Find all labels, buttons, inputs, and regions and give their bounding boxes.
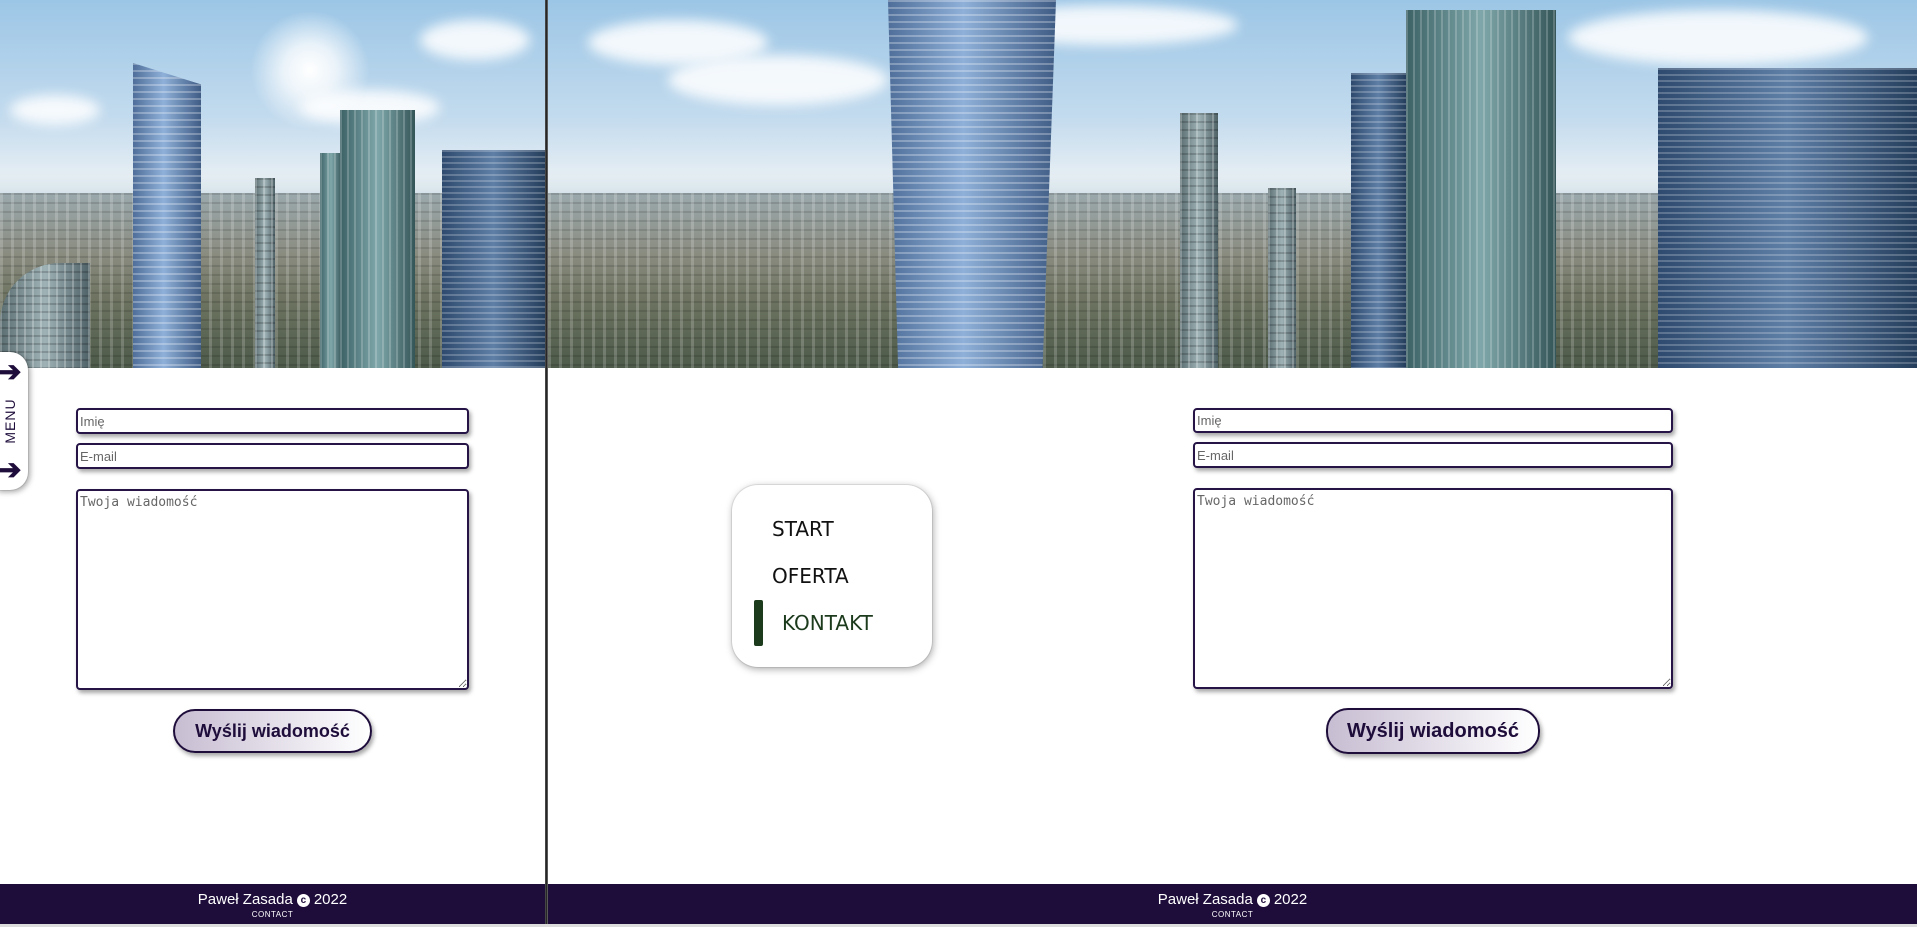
- menu-label: MENU: [2, 398, 18, 444]
- hero-image-right: [548, 0, 1917, 368]
- footer-right: Paweł Zasada c 2022 CONTACT: [548, 884, 1917, 927]
- arrow-right-icon: ➔: [0, 454, 22, 485]
- hero-image-left: [0, 0, 545, 368]
- footer-year: 2022: [313, 891, 348, 908]
- nav-item-kontakt[interactable]: KONTAKT: [782, 611, 873, 635]
- footer-credit: Paweł Zasada c 2022: [0, 891, 545, 908]
- active-indicator: [754, 600, 763, 646]
- name-input[interactable]: [1193, 408, 1673, 433]
- email-input[interactable]: [76, 443, 469, 469]
- message-textarea[interactable]: [1193, 488, 1673, 689]
- copyright-icon: c: [1256, 894, 1270, 907]
- footer-left: Paweł Zasada c 2022 CONTACT: [0, 884, 545, 927]
- nav-menu: START OFERTA KONTAKT: [732, 485, 932, 667]
- footer-year: 2022: [1273, 891, 1308, 908]
- nav-item-oferta[interactable]: OFERTA: [772, 564, 849, 588]
- footer-credit: Paweł Zasada c 2022: [548, 891, 1917, 908]
- message-textarea[interactable]: [76, 489, 469, 690]
- arrow-right-icon: ➔: [0, 356, 22, 387]
- email-input[interactable]: [1193, 442, 1673, 468]
- footer-contact-link[interactable]: CONTACT: [0, 910, 545, 919]
- footer-contact-link[interactable]: CONTACT: [548, 910, 1917, 919]
- nav-item-start[interactable]: START: [772, 517, 834, 541]
- copyright-icon: c: [296, 894, 310, 907]
- footer-author: Paweł Zasada: [1157, 891, 1253, 908]
- menu-toggle[interactable]: ➔ MENU ➔: [0, 352, 28, 490]
- footer-author: Paweł Zasada: [197, 891, 293, 908]
- name-input[interactable]: [76, 408, 469, 434]
- send-message-button[interactable]: Wyślij wiadomość: [1326, 708, 1540, 754]
- send-message-button[interactable]: Wyślij wiadomość: [173, 709, 372, 753]
